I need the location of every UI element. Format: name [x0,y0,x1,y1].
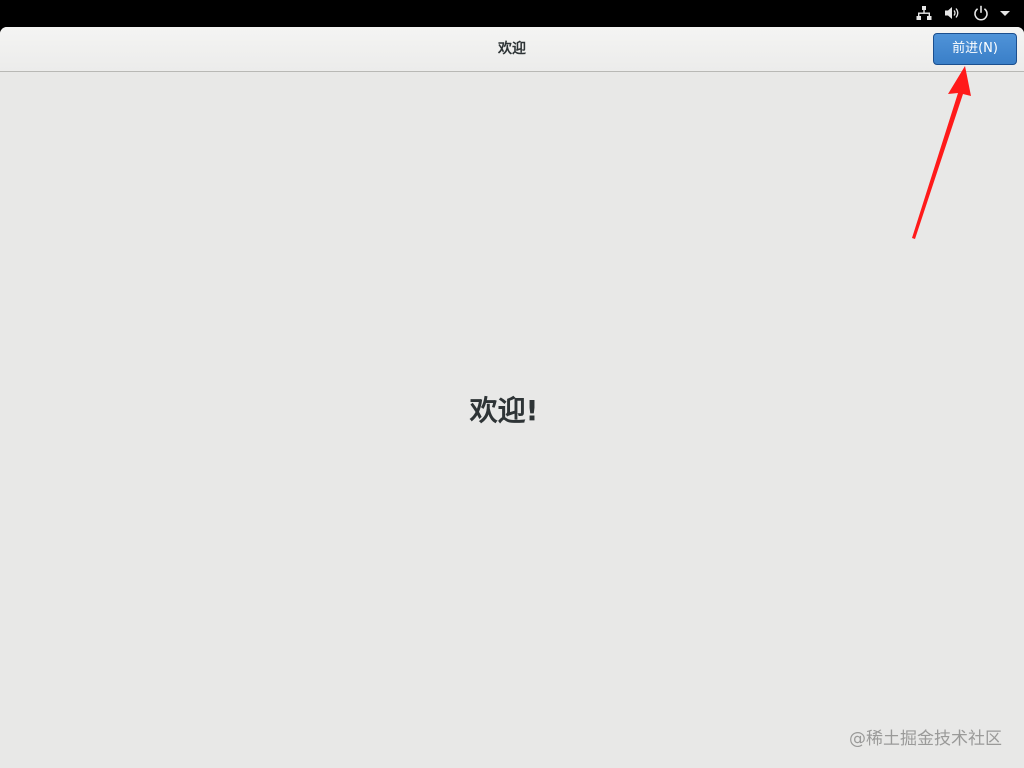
volume-icon[interactable] [944,5,960,21]
welcome-heading: 欢迎! [469,394,539,427]
header-bar: 欢迎 前进(N) [0,27,1024,72]
page-title: 欢迎 [498,41,526,57]
top-bar [0,0,1024,27]
setup-window: 欢迎 前进(N) 欢迎! @稀土掘金技术社区 [0,27,1024,768]
power-icon[interactable] [973,5,989,21]
network-icon[interactable] [916,5,932,21]
menu-arrow-icon[interactable] [997,5,1013,21]
annotation-arrow [912,66,971,239]
watermark: @稀土掘金技术社区 [849,729,1002,749]
